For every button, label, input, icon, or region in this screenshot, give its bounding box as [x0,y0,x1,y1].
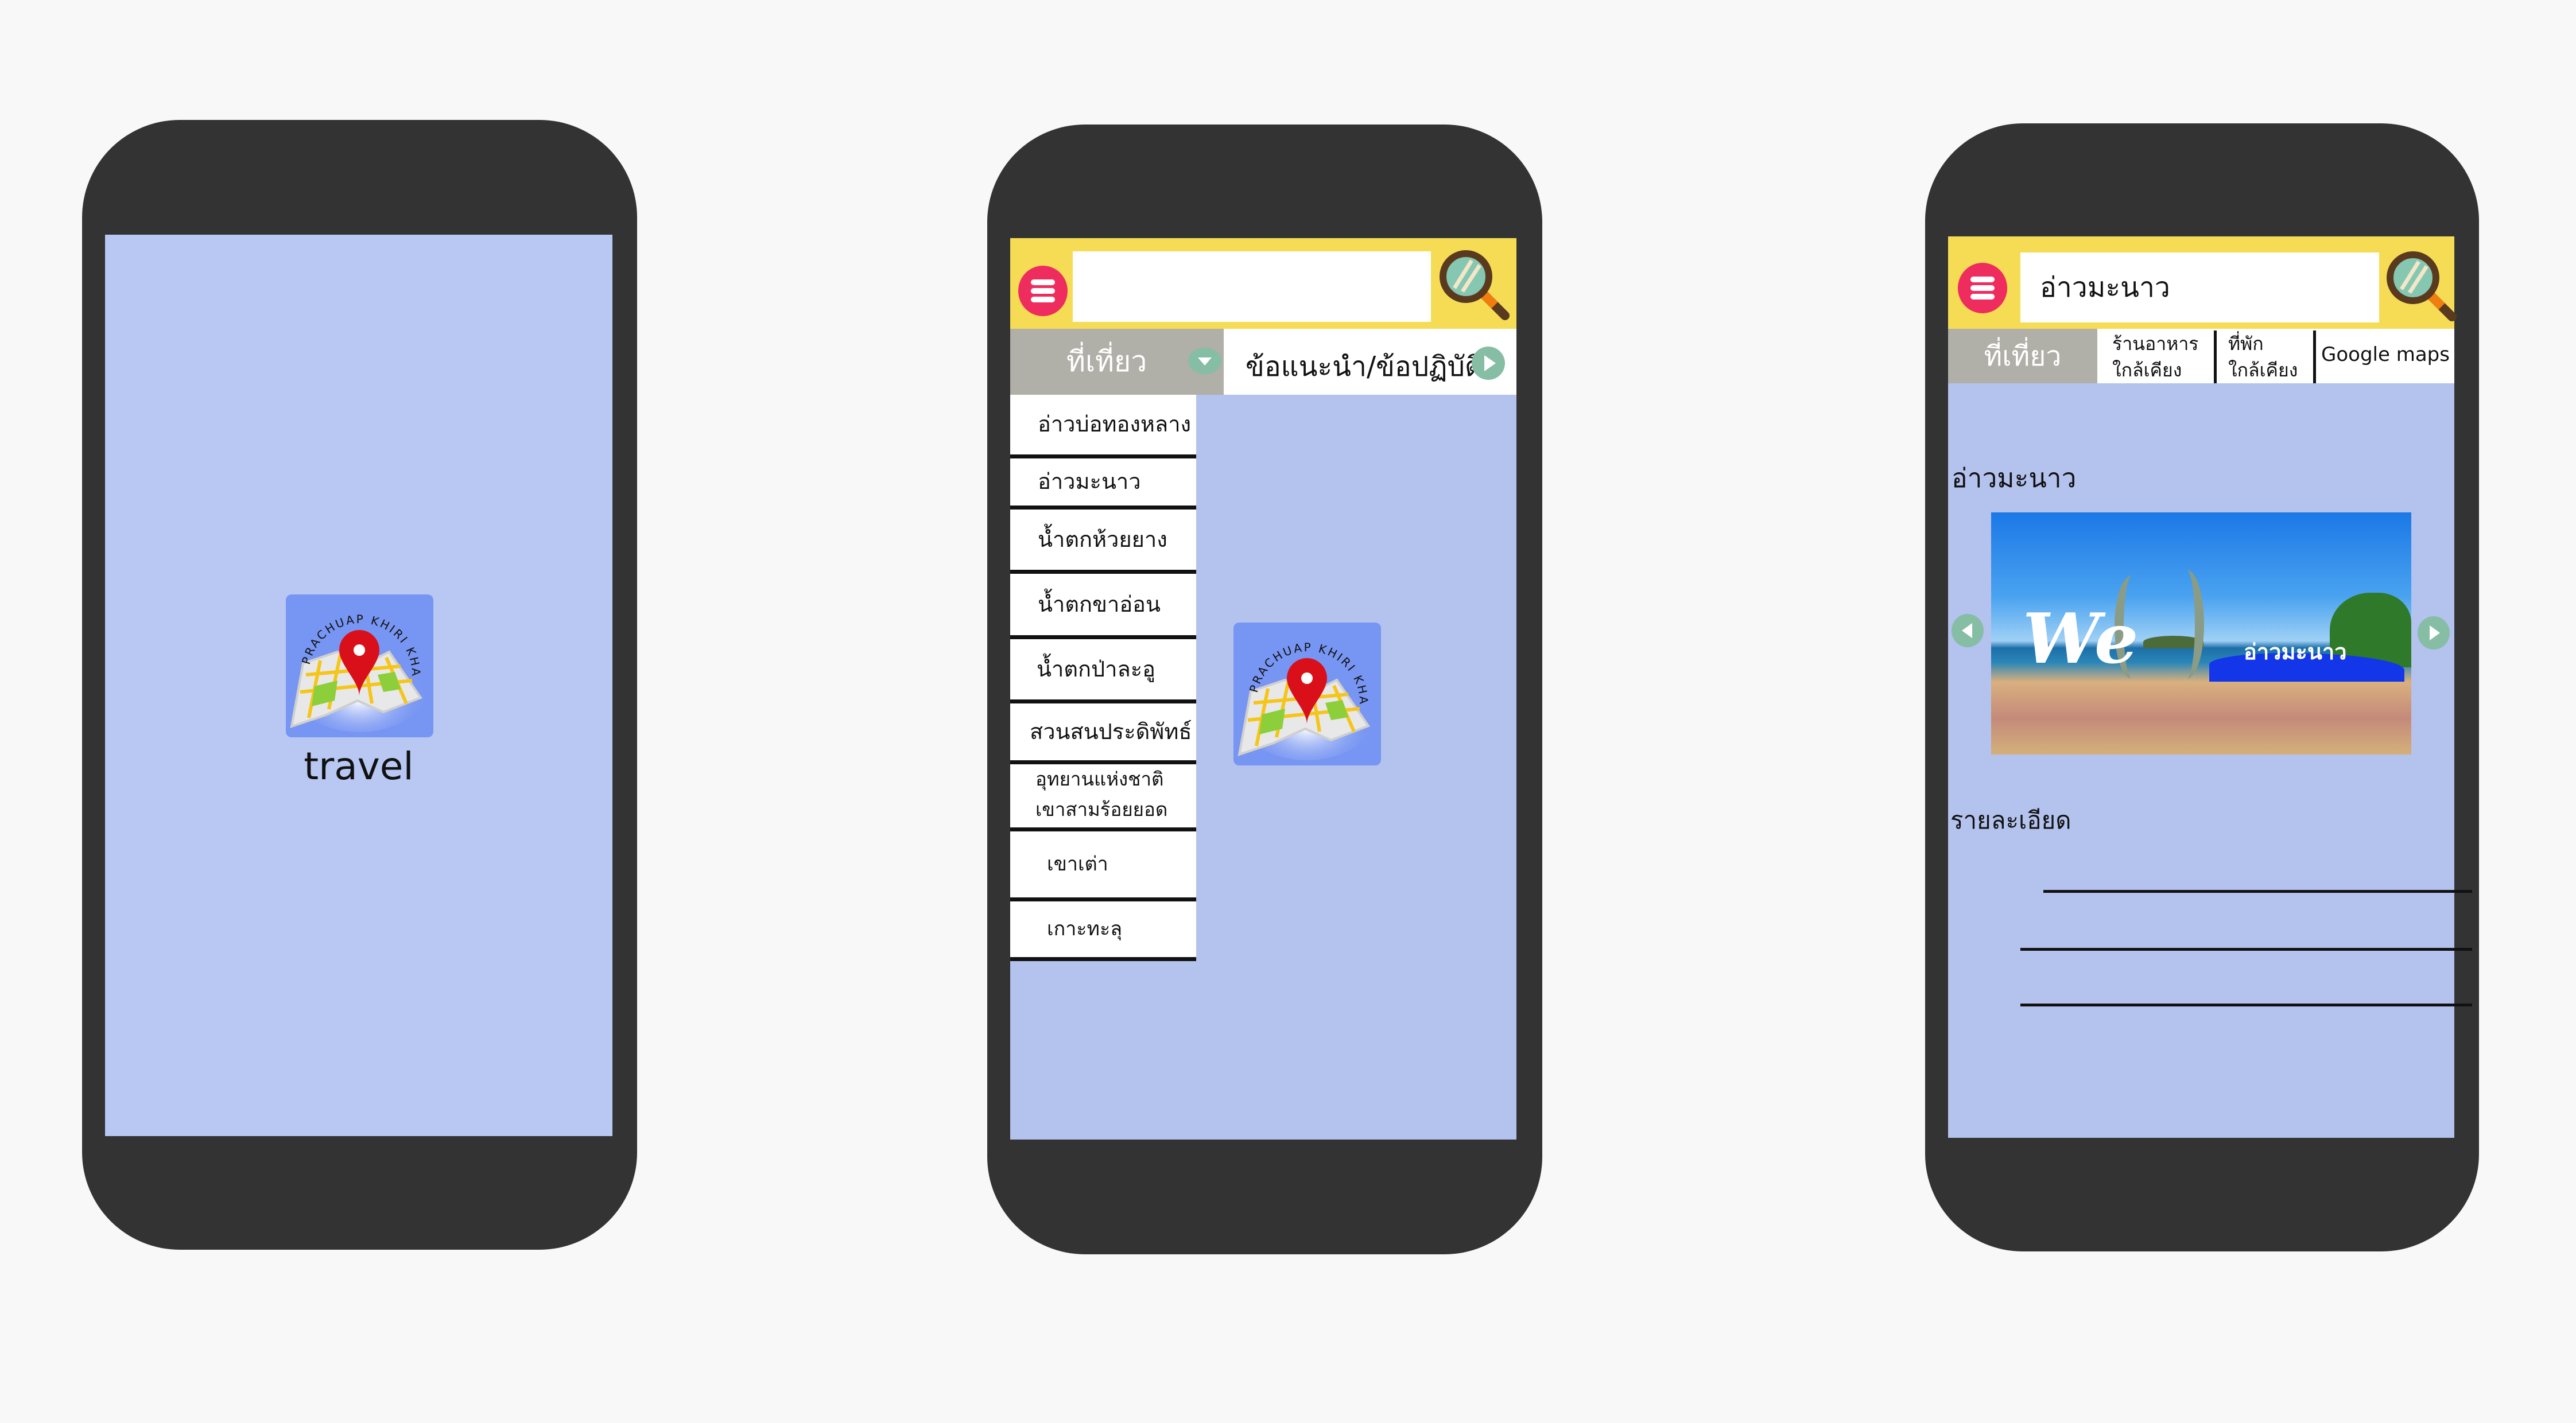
app-name: travel [304,744,414,788]
place-item[interactable]: น้ำตกป่าละอู [1010,639,1196,703]
carousel-next-button[interactable] [2418,616,2450,650]
splash-screen: travel [105,235,612,1136]
phone-splash: travel [82,120,637,1250]
app-logo-icon[interactable] [286,594,433,737]
detail-line [2020,1004,2472,1006]
place-photo: We อ่าวมะนาว [1991,512,2411,755]
phone-menu: ที่เที่ยว ข้อแนะนำ/ข้อปฏิบัติ อ่าวบ่อทอง… [987,125,1542,1254]
phone-detail: ที่เที่ยว ร้านอาหาร ใกล้เคียง ที่พัก ใกล… [1925,123,2479,1251]
place-title: อ่าวมะนาว [1952,462,2077,493]
place-item[interactable]: เขาเต่า [1010,831,1196,901]
place-item[interactable]: น้ำตกขาอ่อน [1010,574,1196,639]
tab-nearby-lodging[interactable]: ที่พัก ใกล้เคียง [2228,331,2309,383]
photo-lettering-we: We [2023,598,2139,679]
search-magnifier-icon[interactable] [1437,248,1512,322]
tab-advice-label: ข้อแนะนำ/ข้อปฏิบัติ [1246,351,1483,383]
tab-places-label: ที่เที่ยว [1066,345,1147,378]
detail-line [2043,890,2472,893]
place-item[interactable]: น้ำตกห้วยยาง [1010,510,1196,574]
chevron-down-icon[interactable] [1188,348,1221,374]
detail-line [2020,948,2472,951]
app-logo-icon [1233,623,1381,765]
menu-screen: ที่เที่ยว ข้อแนะนำ/ข้อปฏิบัติ อ่าวบ่อทอง… [1010,238,1516,1140]
details-label: รายละเอียด [1950,806,2071,834]
tab-divider [2313,331,2316,383]
top-bar [1010,238,1516,329]
tab-places[interactable]: ที่เที่ยว [1010,329,1224,395]
tab-places[interactable]: ที่เที่ยว [1948,329,2097,383]
place-item[interactable]: สวนสนประดิพัทธ์ [1010,703,1196,764]
place-item[interactable]: อุทยานแห่งชาติ เขาสามร้อยยอด [1010,764,1196,831]
tab-nearby-restaurants[interactable]: ร้านอาหาร ใกล้เคียง [2112,331,2210,383]
places-dropdown: อ่าวบ่อทองหลาง อ่าวมะนาว น้ำตกห้วยยาง น้… [1010,395,1196,961]
tab-divider [2214,331,2217,383]
tab-google-maps[interactable]: Google maps [2321,343,2450,366]
search-magnifier-icon[interactable] [2384,249,2459,324]
photo-lettering-name: อ่าวมะนาว [2244,639,2347,664]
top-bar [1948,236,2454,329]
dolphin-right [2169,570,2204,679]
play-right-icon[interactable] [1472,347,1505,380]
place-item[interactable]: เกาะทะลุ [1010,901,1196,961]
search-input[interactable] [1073,251,1431,322]
place-item[interactable]: อ่าวมะนาว [1010,458,1196,510]
place-item[interactable]: อ่าวบ่อทองหลาง [1010,395,1196,458]
carousel-prev-button[interactable] [1952,614,1984,647]
detail-screen: ที่เที่ยว ร้านอาหาร ใกล้เคียง ที่พัก ใกล… [1948,236,2472,1138]
search-input[interactable] [2020,252,2379,322]
hamburger-menu-button[interactable] [1958,263,2007,313]
hamburger-menu-button[interactable] [1018,266,1068,316]
tab-advice[interactable]: ข้อแนะนำ/ข้อปฏิบัติ [1224,329,1516,395]
